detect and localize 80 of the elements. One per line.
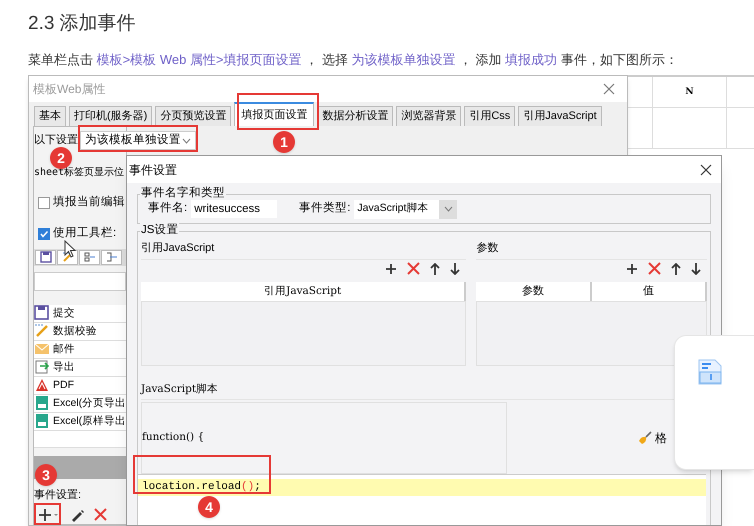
plus-icon [626, 262, 638, 274]
delete-button[interactable] [407, 262, 420, 275]
column-header: N [653, 77, 727, 107]
arrow-down-icon [450, 262, 460, 274]
column-header: 引用JavaScript [141, 282, 466, 300]
field-label: 事件名: [148, 200, 188, 216]
tab[interactable]: 引用JavaScript [518, 106, 602, 126]
toolbar-icon [106, 251, 118, 264]
format-button[interactable]: 格 [638, 429, 667, 448]
link[interactable]: 模板>模板 Web 属性>填报页面设置 [96, 52, 302, 67]
option-label: 使用工具栏: [53, 226, 116, 242]
panel-title: 参数 [476, 240, 707, 260]
delete-button[interactable] [648, 262, 661, 275]
toolbar-icon [84, 251, 96, 264]
list-item[interactable]: 导出 [34, 358, 126, 377]
checkbox[interactable] [38, 196, 50, 209]
chevron-down-icon [444, 206, 453, 212]
arrow-down-icon [691, 262, 701, 274]
pdf-icon [34, 377, 50, 394]
list-item[interactable]: 邮件 [34, 340, 126, 359]
input-field[interactable] [34, 272, 126, 291]
intro-text: ， 添加 [458, 52, 503, 67]
plus-icon [385, 262, 398, 274]
tab[interactable]: 填报页面设置 [234, 102, 314, 126]
section-heading: 2.3 添加事件 [28, 12, 136, 36]
highlight-frame [34, 503, 61, 525]
field-label: sheet标签页显示位 [34, 166, 126, 180]
list-item[interactable]: Excel(分页导出 [34, 394, 126, 413]
list-item[interactable]: 数据校验 [34, 322, 126, 341]
tab[interactable]: 浏览器背景 [396, 106, 462, 126]
add-button[interactable] [626, 262, 638, 274]
brush-icon [638, 431, 652, 446]
link[interactable]: 为该模板单独设置 [351, 52, 456, 67]
group-title: 事件名字和类型 [140, 186, 226, 200]
move-down-button[interactable] [450, 262, 460, 274]
arrow-up-icon [671, 262, 681, 274]
field-label: 事件类型: [299, 200, 350, 216]
close-icon [603, 83, 615, 95]
move-down-button[interactable] [691, 262, 701, 274]
code-text: location.reload(); [138, 479, 706, 496]
check-icon [39, 229, 49, 239]
intro-text: 事件，如下图所示： [560, 52, 678, 67]
tab[interactable]: 打印机(服务器) [69, 106, 152, 126]
tab[interactable]: 基本 [34, 106, 66, 126]
pencil-icon [70, 508, 84, 522]
dialog-title: 事件设置 [129, 162, 177, 178]
scope-dropdown[interactable]: 为该模板单独设置 [80, 131, 196, 150]
checkbox[interactable] [38, 228, 50, 240]
name-field[interactable]: writesuccess [191, 200, 278, 218]
plus-icon [38, 508, 58, 522]
list-item[interactable]: Excel(原样导出 [34, 412, 126, 431]
intro-text: ， 选择 [304, 52, 349, 67]
field-label: 事件设置: [34, 488, 82, 504]
pencil-icon [34, 323, 50, 340]
chevron-down-icon [182, 138, 191, 144]
close-icon [407, 262, 420, 275]
link[interactable]: 填报成功 [505, 52, 558, 67]
spreadsheet-icon [34, 413, 50, 430]
add-button[interactable] [385, 262, 398, 274]
panel-title: 引用JavaScript [141, 240, 466, 260]
spreadsheet-icon [34, 395, 50, 412]
move-up-button[interactable] [671, 262, 681, 274]
tab[interactable]: 数据分析设置 [317, 106, 394, 126]
intro-text: 菜单栏点击 [28, 52, 94, 67]
field-label: 以下设置 [34, 133, 79, 148]
list-item[interactable]: PDF [34, 376, 126, 395]
close-icon [700, 164, 712, 176]
tab[interactable]: 分页预览设置 [155, 106, 232, 126]
option-label: 填报当前编辑 [53, 194, 125, 210]
group-title: JS设置 [140, 223, 180, 237]
close-button[interactable] [699, 162, 713, 176]
move-up-button[interactable] [430, 262, 440, 274]
tab[interactable]: 引用Css [464, 106, 516, 126]
close-icon [94, 508, 107, 522]
type-dropdown[interactable]: JavaScript脚本 [354, 200, 458, 218]
arrow-up-icon [430, 262, 440, 274]
code-text: function() { [142, 430, 204, 446]
list-item[interactable]: 提交 [34, 304, 126, 323]
window-title: 模板Web属性 [33, 81, 106, 98]
close-icon [648, 262, 661, 275]
